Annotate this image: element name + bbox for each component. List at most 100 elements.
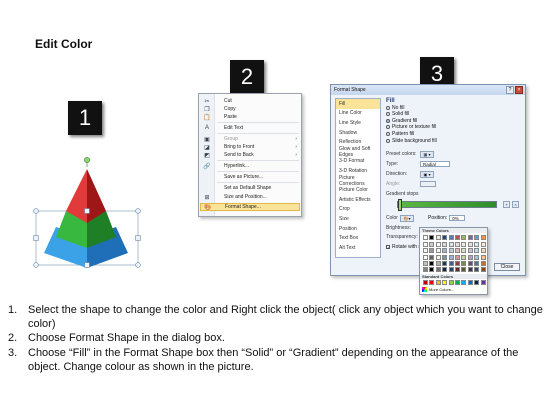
color-swatch[interactable]: [448, 260, 454, 266]
category-glow[interactable]: Glow and Soft Edges: [336, 146, 380, 158]
category-picture-color[interactable]: Picture Color: [336, 185, 380, 195]
color-swatch[interactable]: [455, 242, 460, 248]
color-swatch[interactable]: [461, 254, 467, 260]
color-swatch[interactable]: [429, 254, 435, 260]
radio-no-fill[interactable]: No fill: [386, 105, 523, 111]
color-swatch[interactable]: [461, 267, 467, 272]
color-swatch[interactable]: [448, 280, 454, 285]
color-swatch[interactable]: [442, 280, 448, 285]
color-swatch[interactable]: [455, 235, 460, 240]
menu-item-send-to-back[interactable]: ◩ Send to Back ›: [200, 151, 300, 159]
color-swatch[interactable]: [429, 260, 435, 266]
color-swatch[interactable]: [467, 260, 473, 266]
color-swatch[interactable]: [455, 254, 460, 260]
color-swatch[interactable]: [467, 248, 473, 254]
type-select[interactable]: Radial: [420, 161, 450, 167]
color-swatch[interactable]: [467, 254, 473, 260]
color-swatch[interactable]: [442, 260, 448, 266]
color-swatch[interactable]: [480, 254, 486, 260]
menu-item-hyperlink[interactable]: 🔗 Hyperlink...: [200, 162, 300, 170]
help-button[interactable]: ?: [506, 86, 514, 94]
color-swatch[interactable]: [435, 248, 441, 254]
color-swatch[interactable]: [455, 280, 460, 285]
color-swatch[interactable]: [474, 248, 480, 254]
category-3d-format[interactable]: 3-D Format: [336, 157, 380, 167]
color-swatch[interactable]: [461, 260, 467, 266]
color-swatch[interactable]: [448, 248, 454, 254]
category-fill[interactable]: Fill: [336, 99, 380, 109]
color-swatch[interactable]: [423, 260, 428, 266]
color-swatch[interactable]: [429, 267, 435, 272]
rotation-handle[interactable]: [84, 157, 90, 163]
color-swatch[interactable]: [480, 280, 486, 285]
color-swatch[interactable]: [467, 235, 473, 240]
rotate-checkbox[interactable]: ✓: [386, 245, 390, 250]
color-swatch[interactable]: [448, 254, 454, 260]
color-swatch[interactable]: [480, 260, 486, 266]
color-swatch[interactable]: [467, 242, 473, 248]
color-swatch[interactable]: [455, 260, 460, 266]
radio-picture-fill[interactable]: Picture or texture fill: [386, 124, 523, 130]
gradient-stop-handle[interactable]: [398, 199, 402, 211]
color-swatch[interactable]: [429, 235, 435, 240]
close-x-button[interactable]: ×: [515, 86, 523, 94]
color-swatch[interactable]: [423, 280, 428, 285]
color-swatch[interactable]: [423, 235, 428, 240]
color-swatch[interactable]: [461, 248, 467, 254]
color-swatch[interactable]: [480, 267, 486, 272]
color-swatch[interactable]: [429, 242, 435, 248]
color-swatch[interactable]: [435, 280, 441, 285]
menu-item-paste[interactable]: 📋 Paste: [200, 113, 300, 121]
menu-item-edit-text[interactable]: A Edit Text: [200, 124, 300, 132]
gradient-bar[interactable]: [397, 201, 497, 208]
color-swatch[interactable]: [467, 280, 473, 285]
close-button[interactable]: Close: [494, 263, 520, 271]
color-swatch[interactable]: [435, 254, 441, 260]
category-position[interactable]: Position: [336, 224, 380, 234]
color-swatch[interactable]: [442, 248, 448, 254]
color-swatch[interactable]: [448, 242, 454, 248]
category-shadow[interactable]: Shadow: [336, 128, 380, 138]
radio-pattern-fill[interactable]: Pattern fill: [386, 131, 523, 137]
menu-item-save-as-picture[interactable]: Save as Picture...: [200, 173, 300, 181]
category-crop[interactable]: Crop: [336, 205, 380, 215]
category-line-color[interactable]: Line Color: [336, 109, 380, 119]
more-colors-item[interactable]: More Colors...: [422, 287, 454, 292]
color-swatch[interactable]: [474, 280, 480, 285]
color-swatch[interactable]: [474, 254, 480, 260]
color-swatch[interactable]: [480, 248, 486, 254]
color-swatch[interactable]: [423, 248, 428, 254]
position-field[interactable]: 0%: [449, 215, 466, 221]
color-swatch[interactable]: [442, 235, 448, 240]
color-swatch[interactable]: [435, 242, 441, 248]
menu-item-cut[interactable]: ✂ Cut: [200, 97, 300, 105]
radio-solid-fill[interactable]: Solid fill: [386, 111, 523, 117]
color-swatch[interactable]: [429, 248, 435, 254]
color-swatch[interactable]: [474, 267, 480, 272]
add-stop-button[interactable]: +: [503, 201, 510, 208]
color-swatch[interactable]: [423, 267, 428, 272]
color-swatch[interactable]: [442, 242, 448, 248]
color-swatch[interactable]: [442, 254, 448, 260]
category-artistic-effects[interactable]: Artistic Effects: [336, 195, 380, 205]
color-swatch[interactable]: [435, 267, 441, 272]
color-swatch[interactable]: [474, 242, 480, 248]
color-swatch[interactable]: [429, 280, 435, 285]
color-swatch[interactable]: [423, 242, 428, 248]
color-swatch[interactable]: [448, 267, 454, 272]
color-dropdown[interactable]: 🎨▾: [400, 214, 414, 222]
color-swatch[interactable]: [480, 235, 486, 240]
color-swatch[interactable]: [461, 235, 467, 240]
direction-dropdown[interactable]: ▣ ▾: [420, 170, 434, 178]
color-swatch[interactable]: [461, 280, 467, 285]
color-swatch[interactable]: [435, 235, 441, 240]
category-size[interactable]: Size: [336, 214, 380, 224]
menu-item-copy[interactable]: ❐ Copy: [200, 105, 300, 113]
category-line-style[interactable]: Line Style: [336, 118, 380, 128]
menu-item-set-default-shape[interactable]: Set as Default Shape: [200, 184, 300, 192]
color-swatch[interactable]: [448, 235, 454, 240]
color-swatch[interactable]: [423, 254, 428, 260]
color-swatch[interactable]: [474, 260, 480, 266]
color-swatch[interactable]: [474, 235, 480, 240]
category-alt-text[interactable]: Alt Text: [336, 243, 380, 253]
